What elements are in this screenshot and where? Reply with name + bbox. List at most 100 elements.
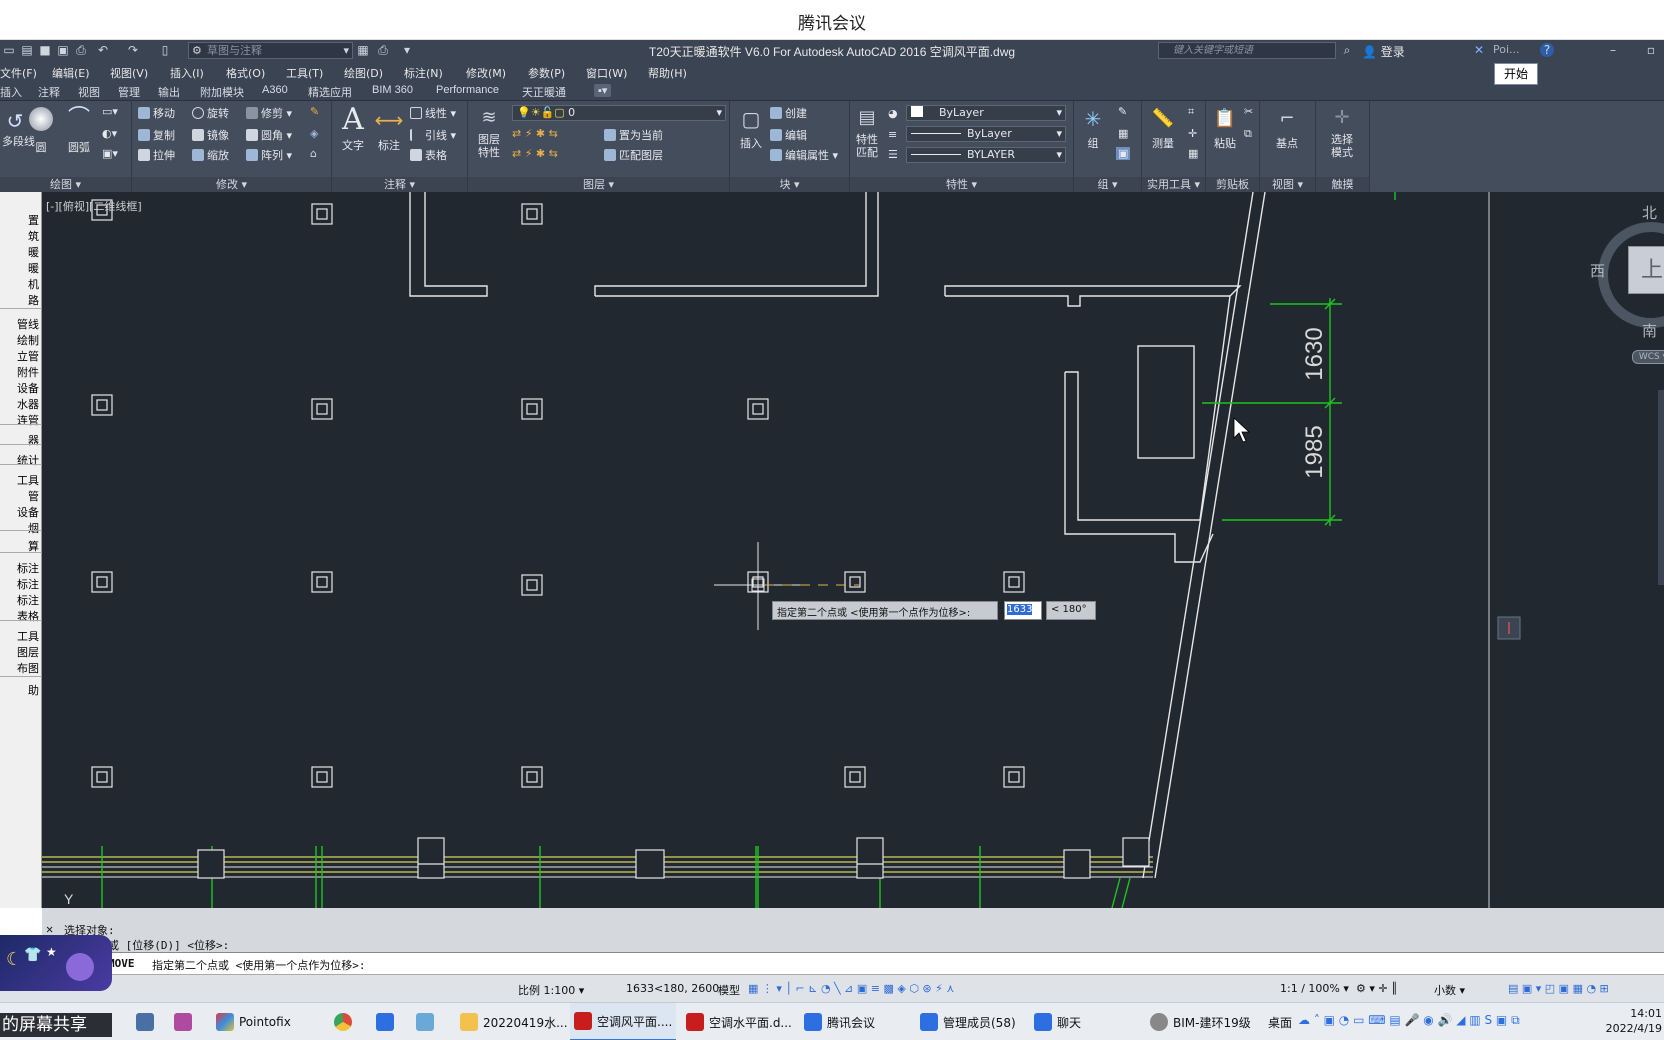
- command-input[interactable]: MOVE 指定第二个点或 <使用第一个点作为位移>:: [42, 952, 1664, 974]
- panel-block-title[interactable]: 块 ▾: [730, 177, 849, 192]
- palette-item[interactable]: 连管: [17, 412, 39, 428]
- color-combo[interactable]: ByLayer ▾: [906, 105, 1066, 121]
- tab-tangent-hvac[interactable]: 天正暖通: [522, 84, 566, 100]
- tab-annotate[interactable]: 注释: [38, 84, 60, 100]
- units-selector[interactable]: 小数 ▾: [1434, 982, 1465, 998]
- menu-draw[interactable]: 绘图(D): [344, 65, 383, 81]
- palette-item[interactable]: 布图: [17, 660, 39, 676]
- compass-west[interactable]: 西: [1590, 260, 1605, 281]
- taskbar-pointofix[interactable]: Pointofix: [212, 1003, 295, 1040]
- group-edit-icon[interactable]: ▦: [1118, 127, 1128, 140]
- panel-modify-title[interactable]: 修改 ▾: [132, 177, 331, 192]
- panel-annotation-title[interactable]: 注释 ▾: [332, 177, 467, 192]
- arc-button[interactable]: ⌒ 圆弧: [64, 107, 94, 155]
- match-properties-button[interactable]: ▤ 特性匹配: [852, 103, 882, 159]
- tab-output[interactable]: 输出: [158, 84, 180, 100]
- offset-icon[interactable]: ⌂: [310, 147, 317, 160]
- help-icon[interactable]: ?: [1540, 43, 1554, 57]
- coordinates-readout[interactable]: 1633<180, 2600: [626, 982, 719, 995]
- match-layer-button[interactable]: 匹配图层: [604, 147, 663, 163]
- panel-properties-title[interactable]: 特性 ▾: [850, 177, 1073, 192]
- fillet-button[interactable]: 圆角 ▾: [246, 127, 292, 143]
- compass-south[interactable]: 南: [1642, 320, 1657, 341]
- polyline-button[interactable]: ↺ 多段线: [2, 109, 35, 155]
- tab-bim360[interactable]: BIM 360: [372, 84, 413, 96]
- make-current-button[interactable]: 置为当前: [604, 127, 663, 143]
- cut-icon[interactable]: ✂: [1244, 105, 1253, 118]
- palette-item[interactable]: 附件: [17, 364, 39, 380]
- linear-button[interactable]: 线性 ▾: [410, 105, 456, 121]
- palette-item[interactable]: 工具: [17, 628, 39, 644]
- menu-parametric[interactable]: 参数(P): [528, 65, 565, 81]
- drawing-canvas[interactable]: [-][俯视][二维线框] 1630 1985 Y 上 北 南 西 WCS: [42, 192, 1664, 908]
- group-select-icon[interactable]: ▣: [1116, 147, 1131, 160]
- taskbar-calculator[interactable]: [132, 1003, 158, 1040]
- base-point-button[interactable]: ⌐ 基点: [1270, 103, 1304, 151]
- menu-view[interactable]: 视图(V): [110, 65, 148, 81]
- create-block-button[interactable]: 创建: [770, 105, 807, 121]
- palette-item[interactable]: 设备: [17, 504, 39, 520]
- taskbar-shell[interactable]: [412, 1003, 438, 1040]
- tab-manage[interactable]: 管理: [118, 84, 140, 100]
- palette-item[interactable]: 器: [28, 432, 39, 448]
- viewcube-top-face[interactable]: 上: [1628, 246, 1664, 294]
- palette-item[interactable]: 统计: [17, 452, 39, 468]
- circle-button[interactable]: 圆: [28, 107, 54, 154]
- wcs-menu[interactable]: WCS ▾: [1632, 350, 1664, 364]
- insert-block-button[interactable]: ▢ 插入: [734, 103, 768, 151]
- palette-item[interactable]: 暖: [28, 244, 39, 260]
- tab-featured-apps[interactable]: 精选应用: [308, 84, 352, 100]
- panel-view-title[interactable]: 视图 ▾: [1260, 177, 1315, 192]
- taskbar-folder[interactable]: 20220419水...: [456, 1003, 572, 1040]
- taskbar-tencent-meeting[interactable]: 腾讯会议: [800, 1003, 879, 1040]
- region-tool-icon[interactable]: ▣▾: [102, 147, 118, 160]
- tab-performance[interactable]: Performance: [436, 84, 499, 96]
- minimize-icon[interactable]: –: [1606, 43, 1620, 57]
- panel-groups-title[interactable]: 组 ▾: [1074, 177, 1141, 192]
- palette-item[interactable]: 设备: [17, 380, 39, 396]
- taskbar-winrar[interactable]: [170, 1003, 196, 1040]
- viewport-controls[interactable]: [-][俯视][二维线框]: [46, 198, 142, 214]
- leader-button[interactable]: 引线 ▾: [410, 127, 456, 143]
- dynamic-input-angle[interactable]: < 180°: [1046, 601, 1096, 620]
- menu-insert[interactable]: 插入(I): [170, 65, 204, 81]
- menu-help[interactable]: 帮助(H): [648, 65, 687, 81]
- close-icon[interactable]: ✕: [46, 922, 53, 936]
- point-icon[interactable]: ✛: [1188, 127, 1197, 140]
- lineweight-combo[interactable]: BYLAYER ▾: [906, 147, 1066, 163]
- layer-tools-row2[interactable]: ⇄ ⚡ ✱ ⇆: [512, 147, 558, 160]
- dimension-button[interactable]: ⟷ 标注: [372, 103, 406, 153]
- palette-item[interactable]: 助: [28, 682, 39, 698]
- palette-item[interactable]: 立管: [17, 348, 39, 364]
- taskbar-autocad-air[interactable]: 空调风平面....: [570, 1003, 677, 1040]
- palette-item[interactable]: 表格: [17, 608, 39, 624]
- taskbar-chrome[interactable]: [330, 1003, 356, 1040]
- measure-button[interactable]: 📏 测量: [1146, 103, 1180, 151]
- menu-format[interactable]: 格式(O): [226, 65, 265, 81]
- dynamic-input-distance[interactable]: 1633: [1004, 601, 1042, 620]
- help-search-input[interactable]: 键入关键字或短语: [1158, 42, 1336, 59]
- palette-item[interactable]: 烟: [28, 520, 39, 536]
- edit-block-button[interactable]: 编辑: [770, 127, 807, 143]
- start-button[interactable]: 开始: [1494, 63, 1538, 85]
- layer-tools-row1[interactable]: ⇄ ⚡ ✱ ⇆: [512, 127, 558, 140]
- panel-layers-title[interactable]: 图层 ▾: [468, 177, 729, 192]
- palette-item[interactable]: 水器: [17, 396, 39, 412]
- taskbar-members[interactable]: 管理成员(58): [916, 1003, 1020, 1040]
- array-button[interactable]: 阵列 ▾: [246, 147, 292, 163]
- palette-item[interactable]: 标注: [17, 560, 39, 576]
- login-button[interactable]: 👤 登录: [1362, 43, 1405, 60]
- tab-view[interactable]: 视图: [78, 84, 100, 100]
- rotate-button[interactable]: 旋转: [192, 105, 229, 121]
- palette-item[interactable]: 标注: [17, 592, 39, 608]
- ungroup-icon[interactable]: ✎: [1118, 105, 1127, 118]
- hatch-tool-icon[interactable]: ◐▾: [102, 127, 117, 140]
- palette-item[interactable]: 工具: [17, 472, 39, 488]
- menu-dimension[interactable]: 标注(N): [404, 65, 443, 81]
- stretch-button[interactable]: 拉伸: [138, 147, 175, 163]
- maximize-icon[interactable]: ▫: [1644, 43, 1658, 57]
- palette-item[interactable]: 置: [28, 212, 39, 228]
- taskbar-autocad-water[interactable]: 空调水平面.d...: [682, 1003, 796, 1040]
- group-button[interactable]: ✳ 组: [1078, 103, 1108, 151]
- panel-clipboard-title[interactable]: 剪贴板: [1206, 177, 1259, 192]
